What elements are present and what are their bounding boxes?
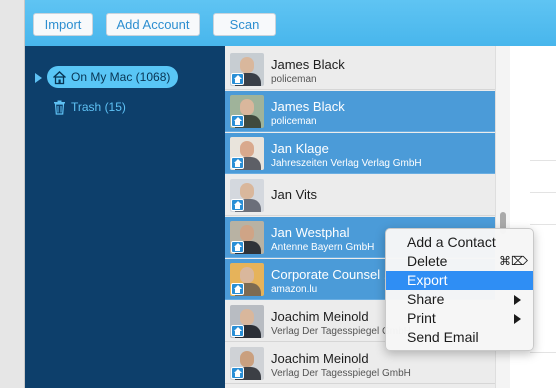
sidebar-item-on-my-mac[interactable]: On My Mac (1068) [47, 66, 179, 88]
sidebar-item-label: On My Mac (1068) [71, 70, 171, 84]
avatar [230, 95, 264, 128]
divider [530, 352, 556, 353]
home-badge-icon [231, 115, 244, 127]
contact-subtitle: policeman [271, 116, 317, 127]
menu-item-send-email[interactable]: Send Email [386, 328, 533, 347]
home-badge-icon [231, 241, 244, 253]
home-badge-icon [231, 325, 244, 337]
avatar [230, 263, 264, 296]
delete-shortcut: ⌘⌦ [499, 254, 528, 268]
contact-name: James Black [271, 57, 345, 72]
app-window: Import Add Account Scan On My Mac (1068)… [0, 0, 556, 388]
contact-name: James Black [271, 99, 345, 114]
trash-icon [54, 100, 65, 115]
avatar [230, 347, 264, 380]
avatar [230, 179, 264, 212]
add-account-button[interactable]: Add Account [106, 13, 200, 36]
menu-item-share[interactable]: Share [386, 290, 533, 309]
contact-subtitle: Jahreszeiten Verlag Verlag GmbH [271, 158, 422, 169]
contact-row[interactable]: James Black policeman [225, 91, 495, 132]
sidebar-item-label: Trash (15) [71, 100, 126, 114]
contact-name: Jan Vits [271, 187, 318, 202]
home-badge-icon [231, 283, 244, 295]
avatar [230, 221, 264, 254]
home-badge-icon [231, 157, 244, 169]
divider [530, 224, 556, 225]
avatar [230, 305, 264, 338]
contact-row[interactable]: James Black policeman [225, 49, 495, 90]
avatar [230, 53, 264, 86]
contact-name: Joachim Meinold [271, 351, 369, 366]
import-button[interactable]: Import [33, 13, 93, 36]
contact-subtitle: Antenne Bayern GmbH [271, 242, 375, 253]
disclosure-triangle-icon[interactable] [35, 73, 42, 83]
contact-row[interactable]: Jan Klage Jahreszeiten Verlag Verlag Gmb… [225, 133, 495, 174]
submenu-arrow-icon [514, 314, 521, 324]
menu-item-print[interactable]: Print [386, 309, 533, 328]
home-badge-icon [231, 199, 244, 211]
contact-subtitle: Verlag Der Tagesspiegel GmbH [271, 368, 411, 379]
contact-subtitle: policeman [271, 74, 317, 85]
home-icon [53, 70, 66, 84]
menu-item-add-contact[interactable]: Add a Contact [386, 233, 533, 252]
home-badge-icon [231, 367, 244, 379]
submenu-arrow-icon [514, 295, 521, 305]
avatar [230, 137, 264, 170]
contact-name: Joachim Meinold [271, 309, 369, 324]
menu-item-delete[interactable]: Delete ⌘⌦ [386, 252, 533, 271]
scan-button[interactable]: Scan [213, 13, 276, 36]
contact-name: Jan Westphal [271, 225, 350, 240]
toolbar: Import Add Account Scan [25, 0, 556, 46]
contact-name: Jan Klage [271, 141, 329, 156]
contact-name: Corporate Counsel ... [271, 267, 395, 282]
divider [530, 192, 556, 193]
contact-subtitle: amazon.lu [271, 284, 318, 295]
home-badge-icon [231, 73, 244, 85]
divider [530, 160, 556, 161]
sidebar: On My Mac (1068) Trash (15) [25, 46, 225, 388]
menu-item-export[interactable]: Export [386, 271, 533, 290]
context-menu: Add a Contact Delete ⌘⌦ Export Share Prin… [385, 228, 534, 351]
sidebar-item-trash[interactable]: Trash (15) [53, 98, 126, 116]
contact-row[interactable]: Jan Vits [225, 175, 495, 216]
window-edge [0, 0, 25, 388]
